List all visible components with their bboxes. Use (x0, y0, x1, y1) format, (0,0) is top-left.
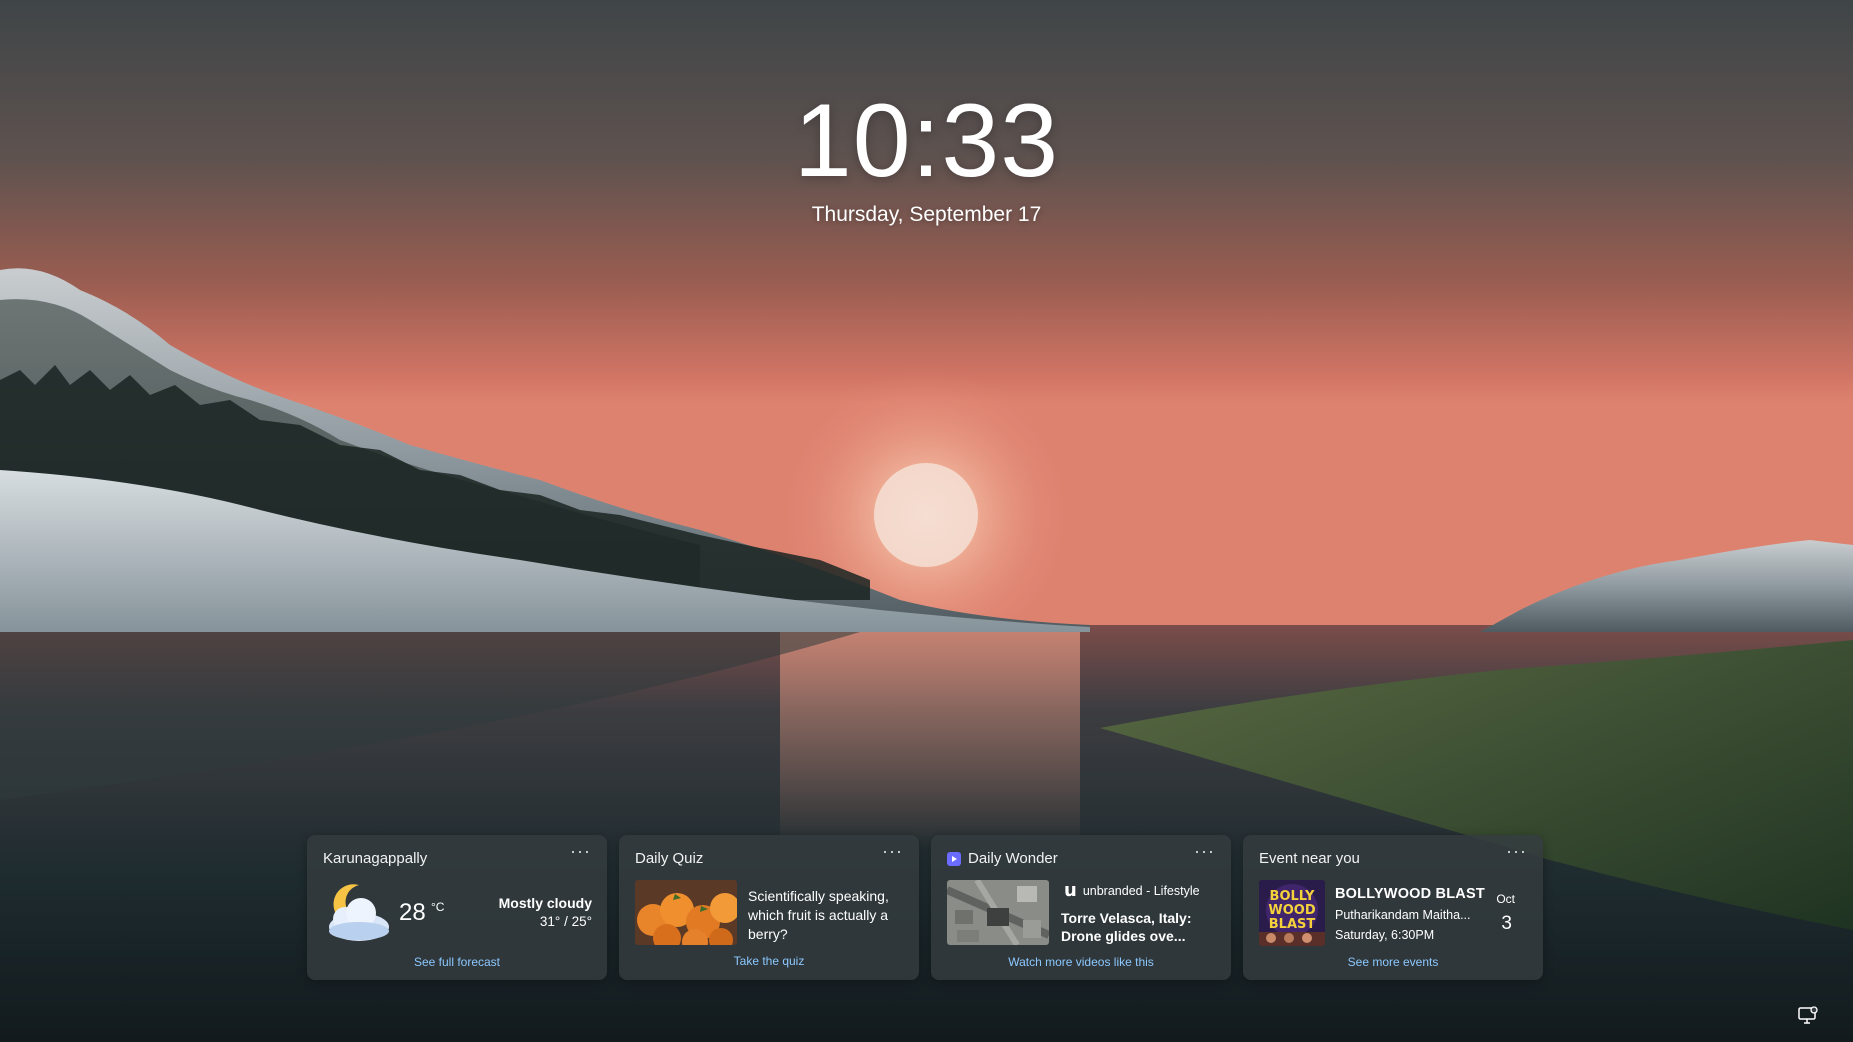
event-poster: BOLLY WOOD BLAST (1259, 880, 1325, 946)
poster-line-3: BLAST (1269, 917, 1316, 932)
quiz-more-button[interactable]: ··· (882, 841, 903, 862)
take-the-quiz-link[interactable]: Take the quiz (619, 954, 919, 968)
event-day: 3 (1501, 913, 1512, 934)
moon-cloud-icon (321, 879, 391, 950)
quiz-title: Daily Quiz (635, 850, 704, 867)
wonder-more-button[interactable]: ··· (1194, 841, 1215, 862)
see-full-forecast-link[interactable]: See full forecast (307, 955, 607, 969)
weather-location: Karunagappally (323, 850, 428, 867)
event-title: Event near you (1259, 850, 1360, 867)
watch-more-videos-link[interactable]: Watch more videos like this (931, 955, 1231, 969)
weather-high-low: 31° / 25° (539, 914, 592, 929)
weather-more-button[interactable]: ··· (570, 841, 591, 862)
weather-temperature: 28 (399, 899, 426, 926)
wonder-thumbnail (947, 880, 1049, 945)
publisher-logo: u (1064, 880, 1077, 901)
poster-line-2: WOOD (1268, 903, 1315, 918)
event-name[interactable]: BOLLYWOOD BLAST (1335, 886, 1485, 902)
wonder-headline[interactable]: Torre Velasca, Italy: Drone glides ove..… (1061, 909, 1221, 945)
lock-screen-date: Thursday, September 17 (811, 203, 1042, 226)
quiz-thumbnail (635, 880, 737, 945)
event-card[interactable]: Event near you ··· BOLLY WOOD BLAST BOLL… (1243, 835, 1543, 980)
widgets-row: Karunagappally ··· 28 °C Mostly cloudy 3… (307, 835, 1543, 980)
weather-condition: Mostly cloudy (498, 895, 592, 911)
daily-quiz-card[interactable]: Daily Quiz ··· Scientifically speaking, … (619, 835, 919, 980)
weather-card[interactable]: Karunagappally ··· 28 °C Mostly cloudy 3… (307, 835, 607, 980)
event-place: Putharikandam Maitha... (1335, 908, 1471, 922)
event-more-button[interactable]: ··· (1506, 841, 1527, 862)
wonder-title: Daily Wonder (968, 850, 1058, 867)
daily-wonder-card[interactable]: Daily Wonder ··· u unbranded - Lifestyle… (931, 835, 1231, 980)
event-time: Saturday, 6:30PM (1335, 928, 1435, 942)
see-more-events-link[interactable]: See more events (1243, 955, 1543, 969)
wonder-publisher-row: u unbranded - Lifestyle (1064, 880, 1200, 901)
lock-screen-clock: 10:33 (793, 83, 1060, 199)
network-status-icon[interactable] (1797, 1006, 1819, 1031)
wonder-header: Daily Wonder (947, 850, 1058, 867)
poster-line-1: BOLLY (1270, 889, 1316, 904)
event-month: Oct (1496, 892, 1515, 906)
wonder-publisher: unbranded - Lifestyle (1082, 883, 1200, 898)
video-play-icon (947, 851, 961, 866)
weather-unit: °C (431, 900, 445, 914)
quiz-question: Scientifically speaking, which fruit is … (748, 888, 889, 942)
